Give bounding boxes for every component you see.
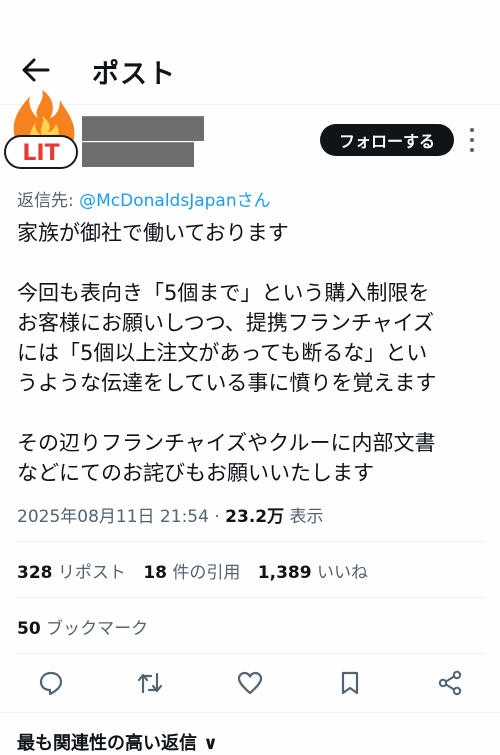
reply-context: 返信先: @McDonaldsJapanさん	[17, 186, 271, 211]
engagement-stats: 328 リポスト 18 件の引用 1,389 いいね	[17, 558, 380, 583]
post-timestamp[interactable]: 2025年08月11日 21:54	[17, 507, 209, 527]
divider	[16, 653, 486, 654]
divider	[16, 541, 486, 542]
bookmark-stat[interactable]: 50 ブックマーク	[17, 614, 148, 639]
back-arrow-icon[interactable]	[20, 56, 52, 84]
action-bar	[0, 668, 500, 704]
repost-stat[interactable]: 328 リポスト	[17, 563, 126, 583]
lit-sticker-text: LIT	[22, 141, 59, 166]
like-stat[interactable]: 1,389 いいね	[258, 563, 368, 583]
share-icon[interactable]	[435, 668, 465, 698]
post-line: 今回も表向き「5個まで」という購入制限を	[17, 281, 430, 305]
view-label: 表示	[284, 507, 324, 527]
redacted-username	[82, 142, 194, 167]
post-line: には「5個以上注文があっても断るな」とい	[17, 341, 428, 365]
post-line-gap	[17, 398, 497, 428]
page-title: ポスト	[92, 59, 176, 90]
more-options-icon[interactable]	[468, 128, 476, 152]
reply-to-link[interactable]: @McDonaldsJapanさん	[79, 191, 270, 211]
reply-icon[interactable]	[36, 668, 66, 698]
lit-fire-sticker: LIT	[4, 90, 78, 169]
redacted-display-name	[82, 116, 204, 141]
follow-button[interactable]: フォローする	[320, 124, 454, 156]
divider	[0, 712, 500, 713]
post-line: うような伝達をしている事に憤りを覚えます	[17, 371, 437, 395]
reply-prefix: 返信先:	[17, 191, 80, 211]
post-line-gap	[17, 248, 497, 278]
post-line: などにてのお詫びもお願いいたします	[17, 461, 374, 485]
divider	[16, 597, 486, 598]
quote-stat[interactable]: 18 件の引用	[143, 563, 240, 583]
post-body: 家族が御社で働いております 今回も表向き「5個まで」という購入制限を お客様にお…	[17, 218, 497, 488]
repost-icon[interactable]	[135, 668, 165, 698]
post-line: お客様にお願いしつつ、提携フランチャイズ	[17, 311, 435, 335]
replies-sort-label[interactable]: 最も関連性の高い返信 ∨	[17, 729, 218, 755]
like-icon[interactable]	[235, 668, 265, 698]
meta-separator: ·	[208, 507, 226, 527]
bookmark-icon[interactable]	[335, 668, 365, 698]
post-meta: 2025年08月11日 21:54 · 23.2万 表示	[17, 502, 324, 527]
post-line: その辺りフランチャイズやクルーに内部文書	[17, 431, 436, 455]
post-line: 家族が御社で働いております	[17, 221, 289, 245]
view-count: 23.2万	[225, 507, 285, 527]
